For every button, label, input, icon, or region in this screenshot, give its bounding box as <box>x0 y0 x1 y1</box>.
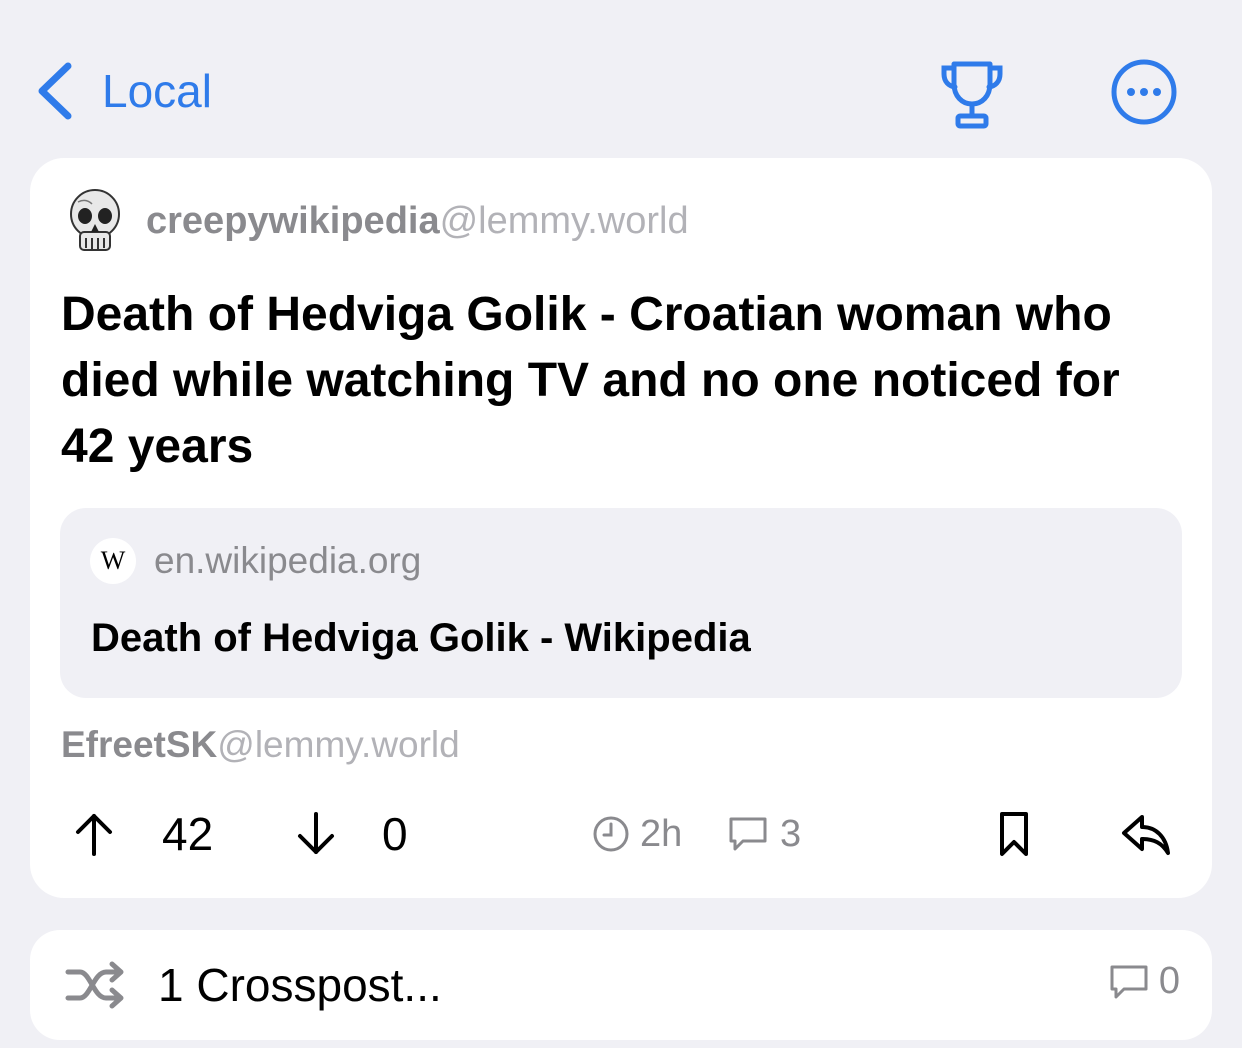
shuffle-icon <box>65 961 124 1009</box>
downvote-button[interactable]: 0 <box>296 798 408 870</box>
reply-button[interactable] <box>1120 798 1172 870</box>
community-instance: @lemmy.world <box>439 199 689 242</box>
community-name: creepywikipedia <box>146 199 440 242</box>
arrow-up-icon <box>76 814 112 856</box>
downvote-count: 0 <box>382 808 408 860</box>
age-text: 2h <box>640 812 683 855</box>
post-actions: 42 0 2h 3 <box>30 798 1212 870</box>
skull-icon <box>70 189 120 251</box>
author-instance: @lemmy.world <box>217 724 460 765</box>
clock-icon <box>593 816 629 852</box>
comments-button[interactable]: 3 <box>726 798 801 870</box>
chevron-left-icon <box>38 62 72 120</box>
author-row[interactable]: EfreetSK@lemmy.world <box>61 724 460 766</box>
link-title: Death of Hedviga Golik - Wikipedia <box>91 616 751 660</box>
upvote-count: 42 <box>162 808 214 860</box>
post-age: 2h <box>592 798 682 870</box>
community-row[interactable]: creepywikipedia @lemmy.world <box>66 188 689 254</box>
navigation-bar: Local <box>0 0 1242 160</box>
comment-icon <box>729 817 767 851</box>
upvote-button[interactable]: 42 <box>74 798 213 870</box>
bookmark-icon <box>1000 812 1028 856</box>
link-domain-row: W en.wikipedia.org <box>90 538 421 584</box>
back-label: Local <box>102 65 212 117</box>
crosspost-comments: 0 <box>1107 960 1180 1003</box>
comment-icon <box>1110 965 1148 998</box>
link-preview[interactable]: W en.wikipedia.org Death of Hedviga Goli… <box>60 508 1182 698</box>
trophy-icon[interactable] <box>938 58 1006 130</box>
crosspost-label: 1 Crosspost... <box>158 959 442 1011</box>
comment-count: 3 <box>780 812 802 855</box>
crosspost-comment-count: 0 <box>1158 960 1180 1002</box>
post-card[interactable]: creepywikipedia @lemmy.world Death of Hed… <box>30 158 1212 898</box>
reply-icon <box>1122 815 1170 855</box>
back-button[interactable]: Local <box>36 58 212 124</box>
ellipsis-circle-icon[interactable] <box>1110 58 1178 126</box>
link-domain: en.wikipedia.org <box>154 540 422 581</box>
arrow-down-icon <box>298 812 334 854</box>
post-title: Death of Hedviga Golik - Croatian woman … <box>61 288 1120 473</box>
crosspost-row[interactable]: 1 Crosspost... 0 <box>30 930 1212 1040</box>
save-button[interactable] <box>996 798 1032 870</box>
author-name: EfreetSK <box>61 724 218 765</box>
wikipedia-icon: W <box>90 538 136 584</box>
